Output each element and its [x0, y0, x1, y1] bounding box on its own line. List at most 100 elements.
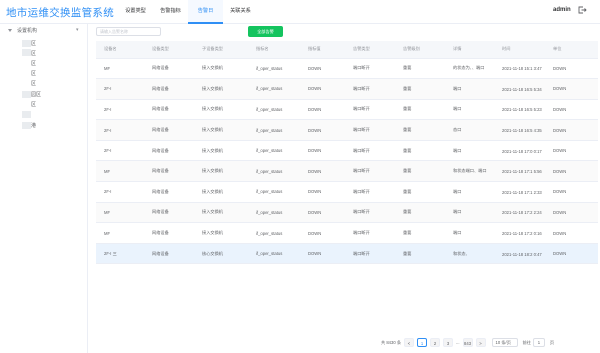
pager-ellipsis[interactable]: ... [456, 340, 460, 345]
col-header-time[interactable]: 时间 [494, 41, 545, 59]
cell-device-type: 网络设备 [144, 140, 194, 162]
col-header-metric[interactable]: 指标名 [248, 41, 300, 59]
cell-subtype: 接入交换机 [194, 160, 248, 183]
all-alarms-button[interactable]: 全部告警 [248, 26, 283, 37]
table-row[interactable]: 2F-I 网络设备 接入交换机 if_oper_status DOWN 端口断开 重要 端口 2… [96, 181, 598, 203]
cell-level: 重要 [395, 140, 445, 162]
tree-node-6[interactable]: 园区 [31, 91, 41, 98]
pager-jump-input[interactable]: 1 [532, 338, 545, 347]
col-header-detail[interactable]: 详情 [445, 41, 494, 59]
cell-level: 重要 [395, 99, 445, 121]
nav-tab-alarm-log[interactable]: 告警日 [188, 0, 223, 24]
cell-device-type: 网络设备 [144, 160, 194, 183]
cell-device: 2F-I [96, 181, 144, 203]
page-size-select[interactable]: 10 条/页 [491, 338, 518, 347]
pager-page-3[interactable]: 3 [443, 338, 454, 347]
table-row[interactable]: 2F-I 网络设备 接入交换机 if_oper_status DOWN 端口断开 重要 端口 2… [96, 78, 598, 100]
tree-node-2[interactable]: 区 [31, 50, 36, 57]
cell-unit: DOWN [545, 202, 598, 224]
table-row[interactable]: 2F-I 网络设备 接入交换机 if_oper_status DOWN 端口断开 重要 态口 2… [96, 119, 598, 141]
table-row[interactable]: 2F-I 网络设备 接入交换机 if_oper_status DOWN 端口断开 重要 端口 2… [96, 99, 598, 121]
cell-time: 2021-11-18 16:5 5:34 [494, 78, 545, 100]
caret-down-icon[interactable] [8, 29, 12, 32]
col-header-value[interactable]: 指标值 [300, 41, 345, 59]
cell-time: 2021-11-18 17:2 0:16 [494, 222, 545, 244]
cell-level: 重要 [395, 78, 445, 100]
tree-root-label: 设置机构 [17, 28, 38, 34]
cell-device: 2F-I [96, 78, 144, 100]
table-row[interactable]: 2F-I 网络设备 接入交换机 if_oper_status DOWN 端口断开 重要 端口 2… [96, 140, 598, 162]
col-header-device[interactable]: 设备名 [96, 41, 144, 59]
cell-alarm-type: 端口断开 [345, 119, 395, 141]
cell-value: DOWN [300, 140, 345, 162]
col-header-unit[interactable]: 单位 [545, 41, 598, 59]
cell-device-type: 网络设备 [144, 243, 194, 265]
tree-node-placeholder [22, 91, 31, 98]
pager-page-2[interactable]: 2 [430, 338, 441, 347]
cell-unit: DOWN [545, 160, 598, 183]
cell-device-type: 网络设备 [144, 119, 194, 141]
cell-unit: DOWN [545, 99, 598, 121]
nav-tab-settings-type[interactable]: 设置类型 [118, 0, 153, 24]
logout-icon[interactable] [577, 5, 587, 15]
cell-alarm-type: 端口断开 [345, 243, 395, 265]
pager-prev-button[interactable]: < [404, 338, 415, 347]
cell-value: DOWN [300, 202, 345, 224]
cell-device-type: 网络设备 [144, 78, 194, 100]
cell-device: 2F-I 三 [96, 243, 144, 265]
cell-metric: if_oper_status [248, 243, 300, 265]
pager-page-last[interactable]: 843 [462, 338, 473, 347]
table-row[interactable]: MF 网络设备 接入交换机 if_oper_status DOWN 端口断开 重要 端口 202… [96, 202, 598, 224]
cell-subtype: 接入交换机 [194, 140, 248, 162]
col-header-device-type[interactable]: 设备类型 [144, 41, 194, 59]
table-row[interactable]: MF 网络设备 接入交换机 if_oper_status DOWN 端口断开 重要 和状态端口… [96, 160, 598, 183]
cell-device: MF [96, 160, 144, 183]
cell-device-type: 网络设备 [144, 99, 194, 121]
tree-node-7[interactable]: 区 [31, 101, 36, 108]
pager-jump-prefix: 前往 [522, 339, 531, 345]
cell-value: DOWN [300, 243, 345, 265]
tree-node-4[interactable]: 区 [31, 70, 36, 77]
pager-jump-suffix: 页 [549, 339, 555, 345]
tree-node-3[interactable]: 区 [31, 60, 36, 67]
cell-value: DOWN [300, 222, 345, 244]
cell-time: 2021-11-18 17:0 0:17 [494, 140, 545, 162]
nav-tab-alarm-metrics[interactable]: 告警指标 [153, 0, 188, 24]
pager-next-button[interactable]: > [475, 338, 486, 347]
col-header-subtype[interactable]: 子设备类型 [194, 41, 248, 59]
col-header-level[interactable]: 告警级别 [395, 41, 445, 59]
chevron-down-icon[interactable]: ▾ [76, 27, 79, 33]
cell-time: 2021-11-18 18:2 0:47 [494, 243, 545, 265]
table-row[interactable]: 2F-I 三网络设备 核心交换机 if_oper_status DOWN 端口断开 重要和… [96, 243, 598, 265]
cell-metric: if_oper_status [248, 78, 300, 100]
table-row[interactable]: MF 网络设备 接入交换机 if_oper_status DOWN 端口断开 重要 端口 202… [96, 222, 598, 244]
cell-detail: 的状态为、、端口 [445, 58, 494, 80]
cell-time: 2021-11-18 17:1 5:56 [494, 160, 545, 183]
tree-root-node[interactable]: 设置机构 ▾ [8, 27, 79, 34]
cell-value: DOWN [300, 119, 345, 141]
top-nav: 设置类型 告警指标 告警日 关联关系 [118, 0, 258, 24]
tree-node-5[interactable]: 区 [31, 80, 36, 87]
cell-alarm-type: 端口断开 [345, 140, 395, 162]
cell-subtype: 接入交换机 [194, 78, 248, 100]
cell-alarm-type: 端口断开 [345, 222, 395, 244]
cell-device-type: 网络设备 [144, 222, 194, 244]
cell-unit: DOWN [545, 140, 598, 162]
cell-unit: DOWN [545, 58, 598, 80]
cell-device: 2F-I [96, 119, 144, 141]
table-row[interactable]: MF 网络设备 接入交换机 if_oper_status DOWN 端口断开 重要 的状态为、… [96, 58, 598, 80]
user-name[interactable]: admin [553, 7, 571, 13]
cell-detail: 端口 [445, 202, 494, 224]
cell-value: DOWN [300, 99, 345, 121]
pagination: 共 8430 条 < 1 2 3 ... 843 > 10 条/页 前往 1 页 [381, 338, 554, 347]
cell-time: 2021-11-18 16:5 4:35 [494, 119, 545, 141]
tree-node-1[interactable]: 区 [31, 40, 36, 47]
cell-alarm-type: 端口断开 [345, 181, 395, 203]
alarm-search-input[interactable]: 请输入告警名称 [96, 27, 161, 36]
cell-device: 2F-I [96, 140, 144, 162]
nav-tab-relations[interactable]: 关联关系 [223, 0, 258, 24]
tree-node-8[interactable]: 港 [31, 122, 36, 129]
cell-metric: if_oper_status [248, 160, 300, 183]
pager-page-1[interactable]: 1 [417, 338, 428, 347]
col-header-alarm-type[interactable]: 告警类型 [345, 41, 395, 59]
